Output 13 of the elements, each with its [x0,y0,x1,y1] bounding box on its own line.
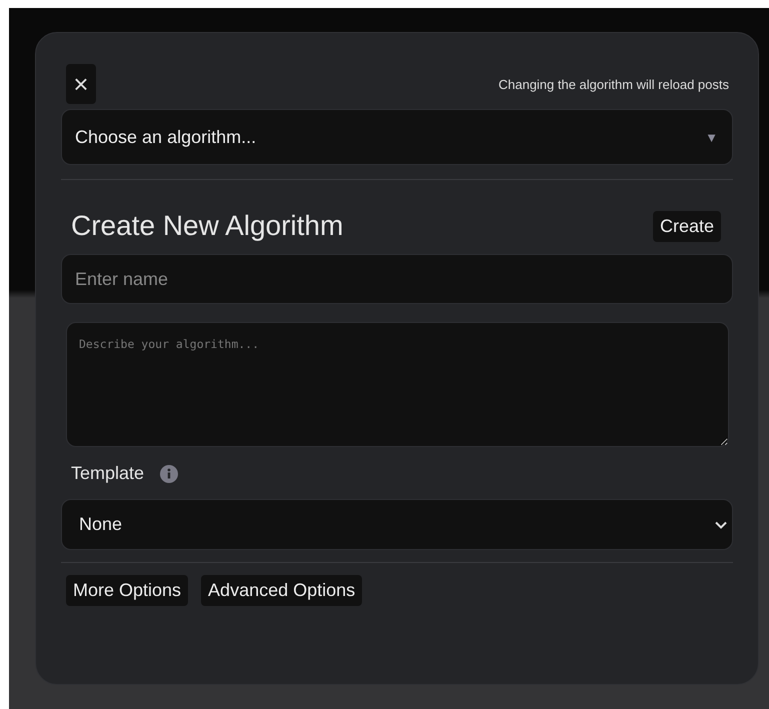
algorithm-select[interactable]: Choose an algorithm... ▼ [61,109,733,165]
reload-note: Changing the algorithm will reload posts [498,76,730,92]
description-field[interactable]: Describe your algorithm... [66,322,729,447]
section-title: Create New Algorithm [71,210,344,242]
options-button[interactable]: Advanced Options [201,575,362,606]
close-button[interactable]: × [66,64,96,104]
create-button[interactable]: Create [652,210,721,242]
name-input-field[interactable]: Enter name [61,254,733,304]
options-button[interactable]: More Options [66,575,188,606]
chevron-icon [715,520,727,528]
template-select[interactable]: None [61,499,733,550]
template-label: Template [71,463,144,484]
info-icon[interactable] [160,464,178,482]
